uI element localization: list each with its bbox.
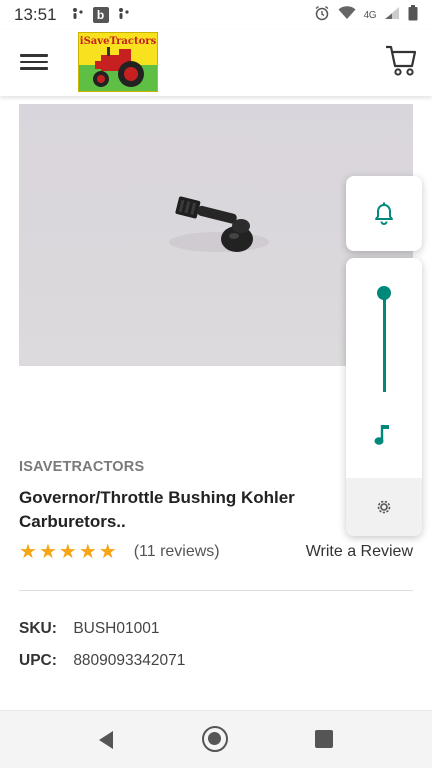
media-volume-panel [346, 258, 422, 536]
status-notification-icons: b [71, 7, 131, 24]
sku-row: SKU: BUSH01001 [19, 620, 159, 638]
status-system-icons: 4G [314, 4, 418, 26]
sku-label: SKU: [19, 620, 57, 637]
battery-icon [408, 4, 418, 26]
star-icon: ★ [38, 541, 57, 563]
divider [19, 590, 413, 591]
rating-row: ★ ★ ★ ★ ★ (11 reviews) Write a Review [19, 540, 413, 564]
menu-line [20, 67, 48, 70]
menu-line [20, 60, 48, 63]
cart-icon [386, 45, 417, 76]
star-icon: ★ [58, 541, 77, 563]
back-button[interactable] [96, 729, 116, 756]
network-type: 4G [363, 9, 377, 21]
upc-label: UPC: [19, 652, 57, 669]
footprint-icon [71, 7, 85, 24]
app-header: iSaveTractors [0, 30, 432, 96]
signal-icon [384, 6, 400, 25]
cart-button[interactable] [384, 42, 418, 78]
sku-value: BUSH01001 [73, 620, 160, 637]
sound-settings-button[interactable] [346, 478, 422, 536]
tractor-icon [93, 47, 144, 87]
upc-row: UPC: 8809093342071 [19, 652, 185, 670]
ringer-volume-button[interactable] [346, 176, 422, 251]
music-note-icon[interactable] [372, 422, 394, 453]
star-rating: ★ ★ ★ ★ ★ [19, 542, 117, 562]
footprint-icon [117, 7, 131, 24]
status-time: 13:51 [14, 5, 57, 24]
gear-icon [377, 500, 391, 514]
system-navigation-bar [0, 710, 432, 768]
volume-slider-thumb[interactable] [377, 286, 391, 300]
star-icon: ★ [19, 541, 37, 563]
product-brand[interactable]: ISAVETRACTORS [19, 459, 144, 475]
site-logo[interactable]: iSaveTractors [78, 32, 158, 92]
status-bar: 13:51 b 4G [0, 0, 432, 30]
logo-text: iSaveTractors [79, 36, 157, 47]
hamburger-menu-button[interactable] [20, 50, 48, 74]
recent-apps-button[interactable] [315, 730, 333, 748]
b-app-icon: b [92, 7, 109, 23]
bell-icon [375, 202, 393, 225]
menu-line [20, 54, 48, 57]
reviews-link[interactable]: (11 reviews) [134, 543, 220, 561]
upc-value: 8809093342071 [73, 652, 186, 669]
wifi-icon [338, 5, 356, 25]
product-title: Governor/Throttle Bushing Kohler Carbure… [19, 488, 295, 531]
alarm-icon [314, 5, 330, 26]
write-review-link[interactable]: Write a Review [306, 543, 413, 561]
back-triangle-icon [99, 731, 113, 749]
volume-slider-track[interactable] [383, 292, 386, 392]
home-button[interactable] [202, 726, 228, 752]
star-icon: ★ [98, 541, 117, 563]
star-icon: ★ [78, 541, 97, 563]
